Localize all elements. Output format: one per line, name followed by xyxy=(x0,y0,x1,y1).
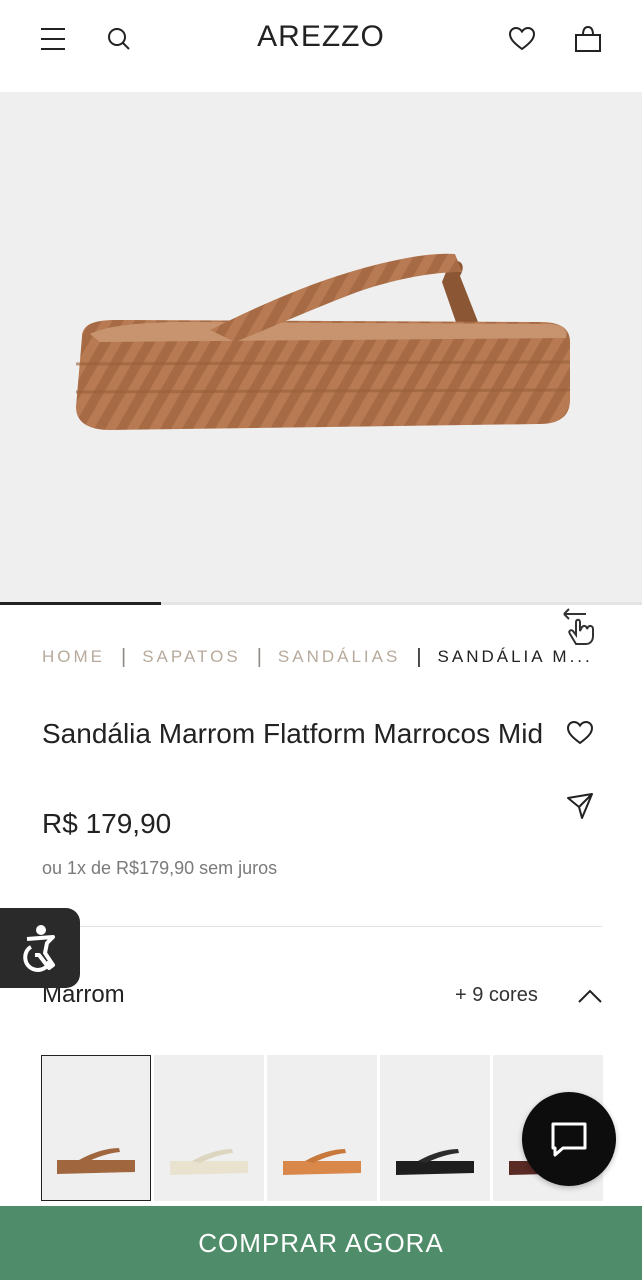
color-swatch-caramelo[interactable] xyxy=(267,1055,377,1201)
chat-bubble-icon xyxy=(551,1122,587,1157)
section-divider xyxy=(42,926,602,927)
breadcrumb-sapatos[interactable]: SAPATOS xyxy=(142,647,240,667)
heart-icon[interactable] xyxy=(505,22,539,56)
breadcrumb-sandalias[interactable]: SANDÁLIAS xyxy=(278,647,400,667)
share-icon[interactable] xyxy=(566,792,596,822)
swatch-sandal-image xyxy=(170,1149,248,1175)
favorite-heart-icon[interactable] xyxy=(566,720,596,750)
product-image-gallery[interactable] xyxy=(0,92,642,645)
swatch-sandal-image xyxy=(396,1149,474,1175)
top-header: AREZZO xyxy=(0,0,642,92)
product-photo xyxy=(75,253,571,430)
breadcrumb-home[interactable]: HOME xyxy=(42,647,105,667)
breadcrumb-separator: | xyxy=(256,645,262,668)
product-price: R$ 179,90 xyxy=(42,808,172,839)
color-swatch-list xyxy=(41,1055,603,1201)
breadcrumb-separator: | xyxy=(121,645,127,668)
more-colors-link[interactable]: + 9 cores xyxy=(455,984,538,1007)
installments-text: ou 1x de R$179,90 sem juros xyxy=(42,858,278,878)
accessibility-button[interactable] xyxy=(0,908,80,988)
color-swatch-preto[interactable] xyxy=(380,1055,490,1201)
gallery-progress-fill xyxy=(0,602,161,605)
breadcrumb-separator: | xyxy=(416,645,422,668)
swipe-hand-icon xyxy=(563,608,594,645)
accessibility-icon xyxy=(23,925,55,972)
product-title: Sandália Marrom Flatform Marrocos Mid xyxy=(42,718,544,749)
breadcrumb: HOME | SAPATOS | SANDÁLIAS | SANDÁLIA M.… xyxy=(42,645,602,669)
breadcrumb-current: SANDÁLIA M... xyxy=(437,647,593,666)
gallery-progress xyxy=(0,602,642,605)
chat-button[interactable] xyxy=(522,1092,616,1186)
color-swatch-marrom[interactable] xyxy=(41,1055,151,1201)
bag-icon[interactable] xyxy=(571,22,605,56)
buy-now-button[interactable]: COMPRAR AGORA xyxy=(0,1206,642,1280)
chevron-up-icon[interactable] xyxy=(576,984,604,1008)
color-swatch-off-white[interactable] xyxy=(154,1055,264,1201)
brand-logo[interactable]: AREZZO xyxy=(0,20,642,54)
swatch-sandal-image xyxy=(283,1149,361,1175)
swatch-sandal-image xyxy=(57,1148,135,1174)
